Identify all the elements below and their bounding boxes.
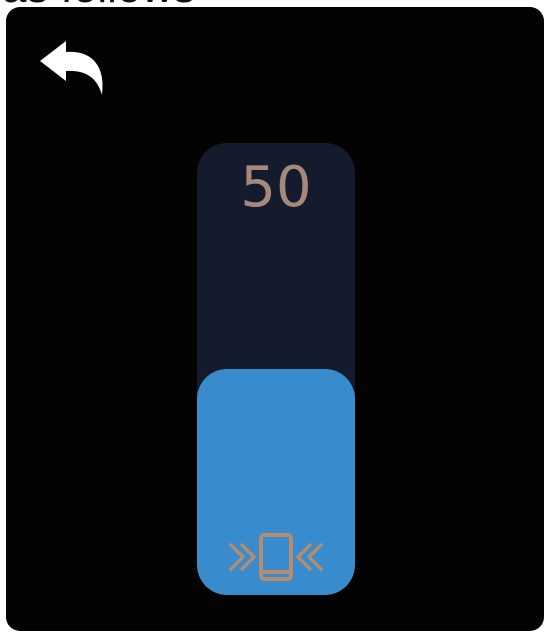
phone-vibrate-icon — [221, 529, 331, 585]
device-screen: 50 — [6, 7, 544, 631]
slider-value: 50 — [240, 155, 312, 220]
vibration-level-slider[interactable]: 50 — [197, 143, 355, 595]
back-button[interactable] — [36, 37, 116, 101]
page: as follows 50 — [0, 0, 544, 634]
undo-arrow-icon — [36, 37, 116, 101]
